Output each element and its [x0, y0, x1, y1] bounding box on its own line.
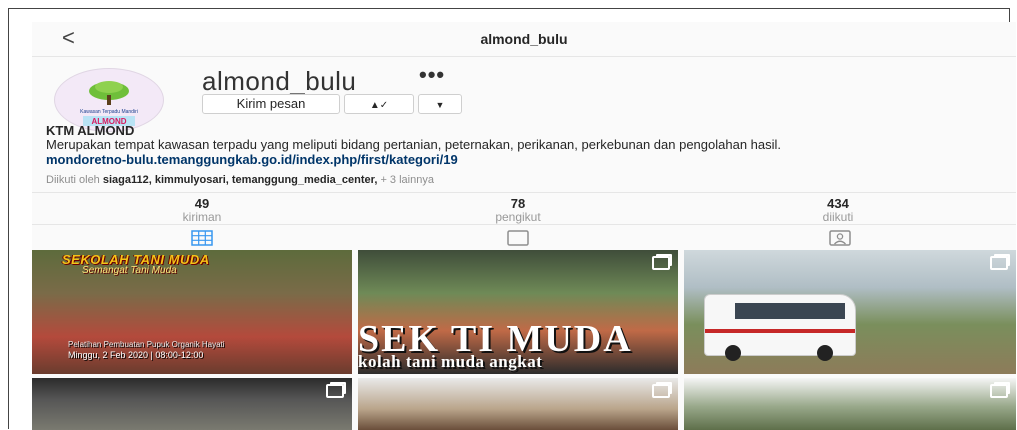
bio: KTM ALMOND Merupakan tempat kawasan terp… — [46, 124, 986, 167]
stat-posts-label: kiriman — [182, 210, 222, 224]
multi-post-icon — [990, 384, 1008, 398]
followed-by[interactable]: Diikuti oleh siaga112, kimmulyosari, tem… — [46, 174, 434, 186]
post-date: Minggu, 2 Feb 2020 | 08:00-12:00 — [68, 350, 204, 360]
stat-following-count: 434 — [827, 196, 849, 211]
profile-tabs — [32, 224, 1016, 249]
tv-icon — [507, 230, 529, 246]
person-check-icon: ▲✓ — [369, 100, 389, 111]
followed-by-names: siaga112, kimmulyosari, temanggung_media… — [102, 174, 378, 186]
followed-by-more: + 3 lainnya — [380, 174, 434, 186]
post-thumbnail[interactable]: SEK TI MUDA kolah tani muda angkat — [358, 250, 678, 374]
bio-description: Merupakan tempat kawasan terpadu yang me… — [46, 137, 782, 152]
profile-stats: 49 kiriman 78 pengikut 434 diikuti — [32, 192, 1016, 224]
stat-followers-label: pengikut — [495, 210, 541, 224]
multi-post-icon — [652, 384, 670, 398]
post-thumbnail[interactable] — [684, 378, 1016, 430]
stat-followers-count: 78 — [510, 196, 526, 211]
nav-title: almond_bulu — [480, 31, 568, 47]
grid-icon — [191, 230, 213, 246]
multi-post-icon — [990, 256, 1008, 270]
more-icon[interactable]: ••• — [419, 62, 445, 88]
bio-name: KTM ALMOND — [46, 123, 135, 138]
followed-by-prefix: Diikuti oleh — [46, 174, 100, 186]
stat-posts: 49 kiriman — [142, 197, 262, 224]
tab-posts-grid[interactable] — [190, 230, 214, 246]
stat-following[interactable]: 434 diikuti — [778, 197, 898, 224]
post-grid: SEKOLAH TANI MUDA Semangat Tani Muda Pel… — [32, 250, 1016, 430]
post-thumbnail[interactable] — [358, 378, 678, 430]
following-button[interactable]: ▲✓ — [344, 94, 414, 114]
post-subtitle: Semangat Tani Muda — [82, 265, 177, 276]
stat-following-label: diikuti — [822, 210, 854, 224]
instagram-profile: < almond_bulu Kawasan Terpadu Mandiri AL… — [32, 22, 1016, 430]
tab-tagged[interactable] — [828, 230, 852, 246]
avatar-line1: Kawasan Terpadu Mandiri — [80, 109, 138, 115]
stat-posts-count: 49 — [194, 196, 210, 211]
post-caption: Pelatihan Pembuatan Pupuk Organik Hayati — [68, 340, 225, 349]
tagged-icon — [829, 230, 851, 246]
tab-igtv[interactable] — [506, 230, 530, 246]
post-thumbnail[interactable]: SEKOLAH TANI MUDA Semangat Tani Muda Pel… — [32, 250, 352, 374]
multi-post-icon — [326, 384, 344, 398]
post-thumbnail[interactable] — [32, 378, 352, 430]
send-message-button[interactable]: Kirim pesan — [202, 94, 340, 114]
chevron-down-icon: ▼ — [435, 100, 445, 110]
post-thumbnail[interactable] — [684, 250, 1016, 374]
profile-username: almond_bulu — [202, 66, 357, 96]
post-banner-subtext: kolah tani muda angkat — [358, 352, 543, 371]
suggestions-dropdown-button[interactable]: ▼ — [418, 94, 462, 114]
multi-post-icon — [652, 256, 670, 270]
avatar-tree-logo: Kawasan Terpadu Mandiri ALMOND — [80, 81, 138, 126]
bus-illustration — [704, 294, 856, 361]
bio-link[interactable]: mondoretno-bulu.temanggungkab.go.id/inde… — [46, 153, 986, 167]
stat-followers[interactable]: 78 pengikut — [458, 197, 578, 224]
top-nav: < almond_bulu — [32, 22, 1016, 57]
